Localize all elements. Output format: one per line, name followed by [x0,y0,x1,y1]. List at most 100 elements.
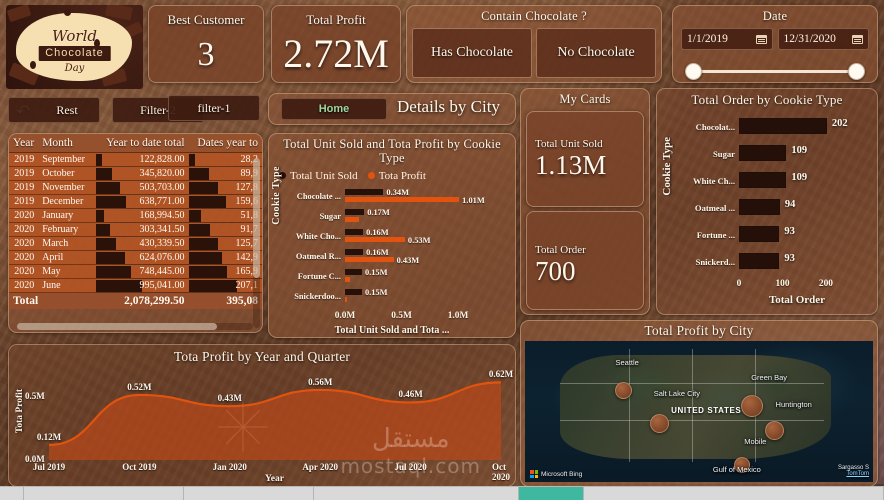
area-point-value: 0.56M [308,376,333,387]
bar-total-unit-sold[interactable] [345,188,384,195]
filter-1-button[interactable]: filter-1 [168,95,260,121]
card-total-order-label: Total Order [535,244,586,256]
cell-year-to-date-total: 303,341.50 [96,222,189,237]
bar-tota-profit[interactable] [345,296,348,302]
col-year-to-date-total[interactable]: Year to date total [96,134,189,153]
calendar-icon[interactable] [852,34,863,44]
taskbar-segment[interactable] [584,487,884,500]
table-row[interactable]: 2019 September 122,828.00 28,2 [9,152,262,167]
calendar-icon[interactable] [755,34,767,44]
slicer-option-no-chocolate[interactable]: No Chocolate [536,28,656,78]
map-city-label: Salt Lake City [653,388,701,398]
bar-value-label: 1.01M [462,195,485,205]
table-row[interactable]: 2019 November 503,703.00 127,8 [9,180,262,195]
home-button[interactable]: Home [281,98,387,120]
reset-button[interactable]: Rest [8,97,100,123]
cell-year: 2019 [9,152,39,167]
table-row[interactable]: 2020 June 995,041.00 207,1 [9,278,262,293]
cell-year: 2019 [9,180,39,195]
taskbar-segment[interactable] [314,487,519,500]
date-range-handle-start[interactable] [685,63,702,80]
y-tick-label: 0.5M [25,391,45,402]
bar-total-unit-sold[interactable] [345,268,362,275]
cell-dates-year-to: 89,9 [188,166,262,181]
table-row[interactable]: 2020 February 303,341.50 91,7 [9,222,262,237]
bar-total-unit-sold[interactable] [345,228,364,235]
bar-total-order[interactable] [739,253,780,269]
bar-group[interactable]: Fortune C... 0.15M [269,268,515,288]
bar-tota-profit[interactable] [345,256,394,262]
bar-group[interactable]: Snickerdoo... 0.15M [269,288,515,308]
bar-value-label: 94 [784,199,796,210]
table-row[interactable]: 2020 January 168,994.50 51,8 [9,208,262,223]
date-start-input[interactable]: 1/1/2019 [681,28,773,50]
bing-attribution: Microsoft Bing [530,470,582,478]
slicer-option-has-chocolate[interactable]: Has Chocolate [412,28,532,78]
microsoft-logo-icon [530,470,538,478]
taskbar-segment[interactable] [24,487,184,500]
bar-tota-profit[interactable] [345,236,405,242]
bar-tota-profit[interactable] [345,196,460,202]
bar-total-unit-sold[interactable] [345,288,362,295]
table-row[interactable]: 2020 May 748,445.00 165,9 [9,264,262,279]
bar-category-label: White Ch... [692,176,735,186]
map-credit-tomtom[interactable]: TomTom [838,471,869,478]
bar-group[interactable]: Oatmeal ... 94 [657,195,877,222]
x-tick-label: 0 [736,279,742,289]
col-year[interactable]: Year [9,134,39,153]
table-row[interactable]: 2019 October 345,820.00 89,9 [9,166,262,181]
unit-sold-profit-chart-panel: Total Unit Sold and Tota Profit by Cooki… [268,133,516,338]
legend-item-total-unit-sold[interactable]: Total Unit Sold [279,170,358,182]
taskbar-segment[interactable] [184,487,314,500]
chart-legend: Total Unit Sold Tota Profit [279,170,515,182]
bing-map-canvas[interactable]: Seattle Salt Lake City Green Bay Huntington… [525,341,873,482]
kpi-best-customer-label: Best Customer [167,12,245,27]
map-profit-bubble[interactable] [740,394,763,417]
date-range-handle-end[interactable] [848,63,865,80]
bar-tota-profit[interactable] [345,216,359,222]
bottom-taskbar[interactable] [0,486,884,500]
bar-tota-profit[interactable] [345,276,350,282]
bar-group[interactable]: Fortune ... 93 [657,222,877,249]
bar-group[interactable]: White Cho... 0.16M 0.53M [269,228,515,248]
col-dates-year-to[interactable]: Dates year to [188,134,262,153]
col-month[interactable]: Month [38,134,97,153]
cell-year: 2020 [9,278,39,293]
cell-year-to-date-total: 748,445.00 [96,264,189,279]
bar-group[interactable]: Chocolat... 202 [657,114,877,141]
date-end-input[interactable]: 12/31/2020 [777,28,869,50]
bar-total-order[interactable] [739,118,827,134]
table-row[interactable]: 2020 March 430,339.50 125,7 [9,236,262,251]
area-point-value: 0.46M [398,389,423,400]
bar-total-order[interactable] [739,199,780,215]
table-vertical-scrollbar[interactable] [253,158,260,328]
scrollbar-thumb[interactable] [17,323,217,330]
taskbar-active-segment[interactable] [519,487,584,500]
bar-group[interactable]: Sugar 0.17M [269,208,515,228]
cell-dates-year-to: 51,8 [188,208,262,223]
table-row[interactable]: 2020 April 624,076.00 142,9 [9,250,262,265]
table-horizontal-scrollbar[interactable] [17,323,253,330]
bar-group[interactable]: Oatmeal R... 0.16M 0.43M [269,248,515,268]
bar-total-order[interactable] [739,145,787,161]
bar-total-order[interactable] [739,172,787,188]
taskbar-segment[interactable] [0,487,24,500]
bar-total-order[interactable] [739,226,780,242]
total-label: Total [9,292,97,309]
legend-item-tota-profit[interactable]: Tota Profit [367,170,426,182]
profit-by-year-quarter-panel: Tota Profit by Year and Quarter Tota Pro… [8,344,516,487]
table-row[interactable]: 2019 December 638,771.00 159,6 [9,194,262,209]
bar-group[interactable]: Snickerd... 93 [657,249,877,276]
bar-group[interactable]: Sugar 109 [657,141,877,168]
bar-group[interactable]: Chocolate ... 0.34M 1.01M [269,188,515,208]
map-title: Total Profit by City [644,323,754,338]
scrollbar-thumb[interactable] [253,158,260,278]
date-range-track[interactable] [695,70,855,73]
total-order-chart-panel: Total Order by Cookie Type Cookie Type C… [656,88,878,315]
bar-total-unit-sold[interactable] [345,248,364,255]
total-order-chart-title: Total Order by Cookie Type [691,92,843,107]
bar-group[interactable]: White Ch... 109 [657,168,877,195]
bar-total-unit-sold[interactable] [345,208,365,215]
table-total-row: Total 2,078,299.50 395,08 [9,292,262,309]
bar-category-label: Chocolate ... [296,191,341,201]
